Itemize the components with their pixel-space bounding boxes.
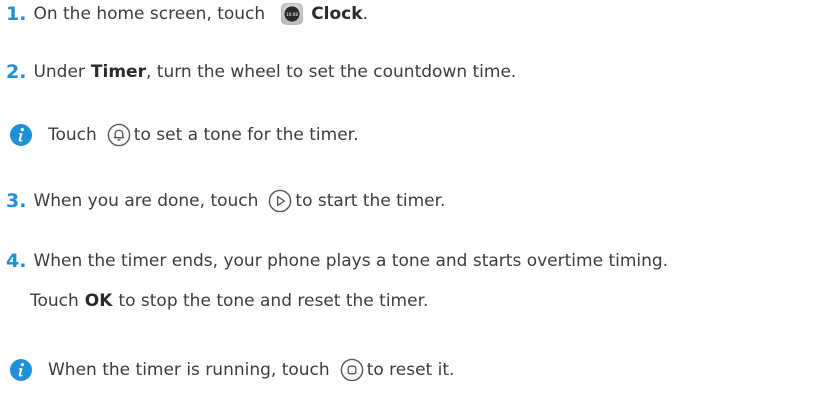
tab-name: Timer <box>90 62 146 82</box>
note-1: Touch to set a tone for the timer. <box>10 123 359 147</box>
step-text-end: , turn the wheel to set the countdown ti… <box>145 62 517 82</box>
step-text-end: to stop the tone and reset the timer. <box>118 291 429 311</box>
step-text: When the timer ends, your phone plays a … <box>33 251 669 271</box>
step-text: When you are done, touch <box>33 191 259 211</box>
info-icon <box>10 359 32 381</box>
step-text: Under <box>33 62 85 82</box>
note-text-end: to reset it. <box>366 360 455 380</box>
play-icon <box>269 189 292 213</box>
clock-app-time: 10:08 <box>286 12 298 17</box>
step-number: 1. <box>6 3 27 25</box>
step-text: Touch <box>30 291 79 311</box>
step-number: 4. <box>6 250 27 272</box>
app-name: Clock <box>311 4 363 24</box>
step-number: 2. <box>6 61 27 83</box>
step-1: 1. On the home screen, touch 10:08 Clock… <box>6 2 368 26</box>
note-text-end: to set a tone for the timer. <box>133 125 359 145</box>
step-4-continued: Touch OK to stop the tone and reset the … <box>30 289 428 313</box>
step-4: 4. When the timer ends, your phone plays… <box>6 249 668 273</box>
step-text-end: . <box>362 4 368 24</box>
note-2: When the timer is running, touch to rese… <box>10 358 454 382</box>
info-icon <box>10 124 32 146</box>
note-text: Touch <box>48 125 97 145</box>
step-3: 3. When you are done, touch to start the… <box>6 189 445 213</box>
stop-icon <box>340 358 363 382</box>
clock-app-icon: 10:08 <box>281 3 304 25</box>
bell-icon <box>107 123 131 147</box>
step-2: 2. Under Timer , turn the wheel to set t… <box>6 60 516 84</box>
note-text: When the timer is running, touch <box>48 360 330 380</box>
ok-label: OK <box>84 291 113 311</box>
step-number: 3. <box>6 190 27 212</box>
step-text-end: to start the timer. <box>295 191 446 211</box>
step-text: On the home screen, touch <box>33 4 266 24</box>
